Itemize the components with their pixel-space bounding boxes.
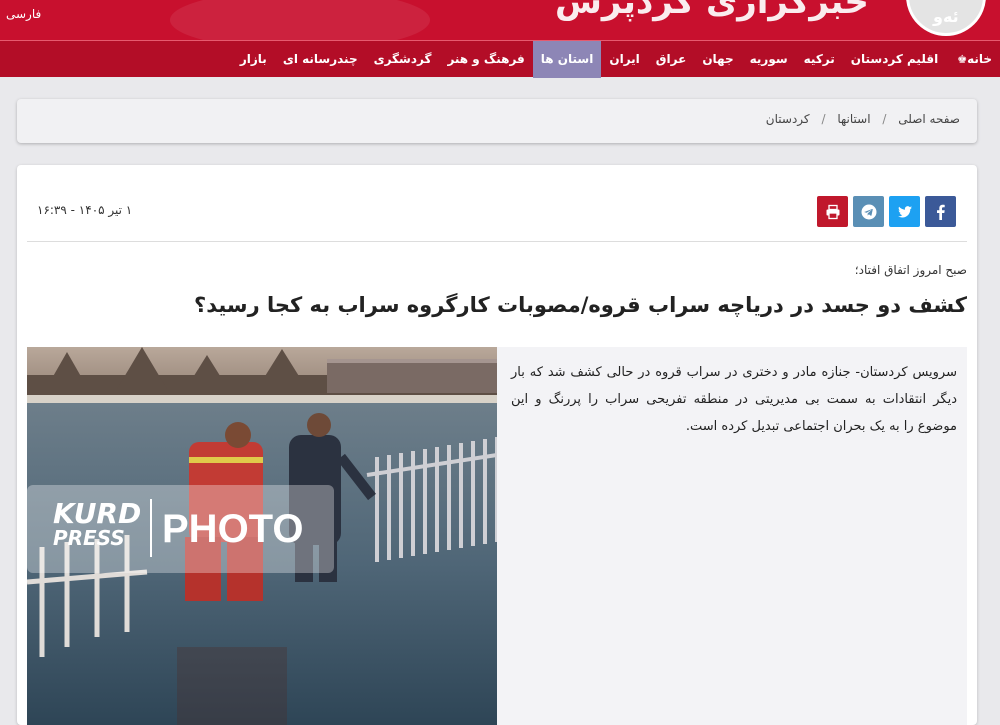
nav-item-kurdistan-region[interactable]: اقلیم کردستان	[843, 41, 946, 78]
facebook-icon	[936, 204, 945, 220]
breadcrumb-home[interactable]: صفحه اصلی	[898, 112, 960, 126]
telegram-icon	[861, 204, 876, 219]
article-lead: سرویس کردستان- جنازه مادر و دختری در سرا…	[511, 365, 957, 434]
nav-item-culture-art[interactable]: فرهنگ و هنر	[439, 41, 532, 78]
divider	[27, 241, 967, 242]
site-logo[interactable]: ئەو	[906, 0, 986, 36]
breadcrumb-current: کردستان	[765, 112, 810, 126]
nav-item-home[interactable]: ♚خانه	[946, 41, 1000, 78]
article-kicker: صبح امروز اتفاق افتاد؛	[854, 263, 967, 277]
article-lead-box-continued	[497, 457, 967, 725]
print-icon	[826, 204, 839, 219]
nav-item-multimedia[interactable]: چندرسانه ای	[275, 41, 366, 78]
breadcrumb-separator: /	[882, 112, 887, 126]
article-lead-box: سرویس کردستان- جنازه مادر و دختری در سرا…	[497, 347, 967, 457]
logo-mark: ئەو	[933, 7, 959, 26]
share-bar	[817, 196, 956, 227]
article-card: ۱ تیر ۱۴۰۵ - ۱۶:۳۹ صبح امروز اتفاق افتاد…	[17, 165, 977, 725]
nav-item-tourism[interactable]: گردشگری	[366, 41, 440, 78]
article-photo: KURD PRESS PHOTO	[27, 347, 497, 725]
home-icon: ♚	[957, 53, 968, 66]
photo-watermark-label: PHOTO	[162, 507, 304, 551]
facebook-share-button[interactable]	[925, 196, 956, 227]
nav-item-syria[interactable]: سوریه	[742, 41, 796, 78]
site-header: فارسی خبرگزاری کردپرس ئەو	[0, 0, 1000, 40]
nav-item-world[interactable]: جهان	[694, 41, 741, 78]
twitter-share-button[interactable]	[889, 196, 920, 227]
main-nav: ♚خانه اقلیم کردستان ترکیه سوریه جهان عرا…	[0, 40, 1000, 78]
breadcrumb-separator: /	[821, 112, 826, 126]
header-background-map	[170, 0, 430, 40]
language-switch[interactable]: فارسی	[6, 7, 41, 21]
nav-item-provinces[interactable]: استان ها	[532, 41, 602, 78]
article-title: کشف دو جسد در دریاچه سراب قروه/مصوبات کا…	[194, 293, 967, 317]
nav-item-turkey[interactable]: ترکیه	[796, 41, 843, 78]
breadcrumb-provinces[interactable]: استانها	[837, 112, 870, 126]
site-logo-text[interactable]: خبرگزاری کردپرس	[555, 0, 869, 22]
print-button[interactable]	[817, 196, 848, 227]
telegram-share-button[interactable]	[853, 196, 884, 227]
nav-item-market[interactable]: بازار	[232, 41, 275, 78]
kurdpress-logo: KURD PRESS	[53, 497, 142, 551]
nav-item-iran[interactable]: ایران	[601, 41, 647, 78]
breadcrumb: صفحه اصلی / استانها / کردستان	[17, 99, 977, 143]
nav-item-iraq[interactable]: عراق	[648, 41, 695, 78]
twitter-icon	[897, 205, 912, 217]
publish-date: ۱ تیر ۱۴۰۵ - ۱۶:۳۹	[37, 203, 133, 217]
